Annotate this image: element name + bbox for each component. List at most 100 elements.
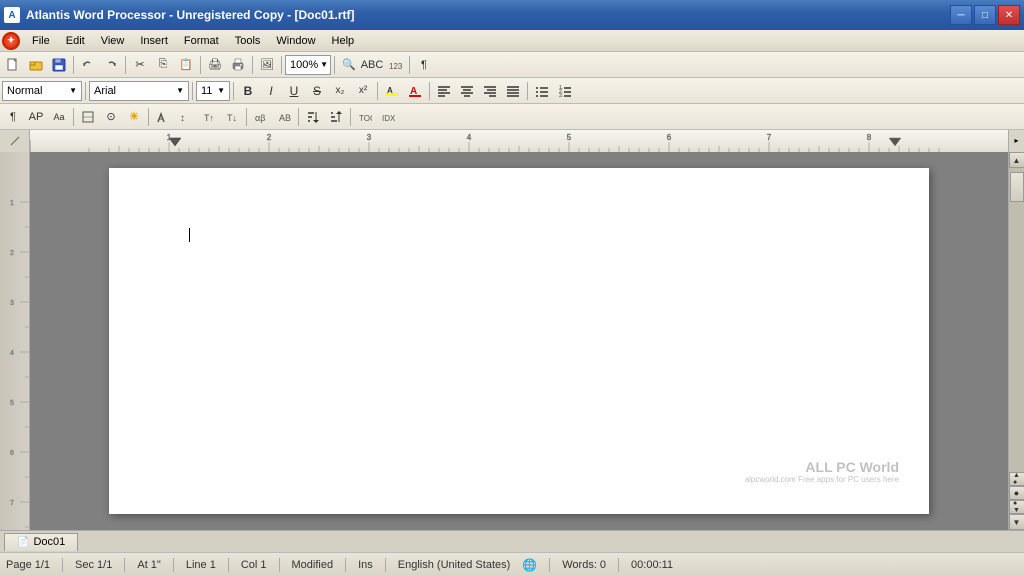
menu-help[interactable]: Help (324, 30, 363, 51)
align-center-button[interactable] (456, 80, 478, 102)
print-preview-button[interactable]: 🖨 (204, 54, 226, 76)
toolbar3-toc[interactable]: TOC (354, 106, 376, 128)
minimize-button[interactable]: ─ (950, 5, 972, 25)
status-sep8 (549, 558, 550, 572)
status-sep1 (62, 558, 63, 572)
svg-text:1: 1 (167, 133, 172, 142)
toolbar1: ✂ ⎘ 📋 🖨 🖼 100% ▼ 🔍 ABC 123 ¶ (0, 52, 1024, 78)
ruler-right-btn[interactable]: ▸ (1008, 130, 1024, 152)
toolbar3-btn2[interactable]: AP (25, 106, 47, 128)
scroll-down-button[interactable]: ▼ (1009, 514, 1024, 530)
save-button[interactable] (48, 54, 70, 76)
scroll-page-down-button[interactable]: ●▼ (1009, 500, 1024, 514)
align-right-button[interactable] (479, 80, 501, 102)
font-color-button[interactable]: A (404, 80, 426, 102)
toolbar3: ¶ AP Aa ⊙ ☀ ↕ T↑ T↓ αβ ΑΒ TOC IDX (0, 104, 1024, 130)
toolbar3-idx[interactable]: IDX (377, 106, 399, 128)
toolbar3-btn4[interactable] (77, 106, 99, 128)
unordered-list-button[interactable] (531, 80, 553, 102)
menu-insert[interactable]: Insert (132, 30, 176, 51)
find-button[interactable]: 🔍 (338, 54, 360, 76)
scroll-page-dot-button[interactable]: ● (1009, 486, 1024, 500)
menu-tools[interactable]: Tools (227, 30, 269, 51)
document-area[interactable]: ALL PC World alpcworld.com Free apps for… (30, 152, 1008, 530)
menu-file[interactable]: File (24, 30, 58, 51)
paragraph-marks-button[interactable]: ¶ (413, 54, 435, 76)
watermark: ALL PC World alpcworld.com Free apps for… (745, 459, 899, 484)
title-bar: A Atlantis Word Processor - Unregistered… (0, 0, 1024, 30)
menu-window[interactable]: Window (268, 30, 323, 51)
font-arrow-icon: ▼ (176, 86, 184, 95)
highlight-button[interactable]: A (381, 80, 403, 102)
copy-button[interactable]: ⎘ (152, 54, 174, 76)
justify-button[interactable] (502, 80, 524, 102)
menu-view[interactable]: View (93, 30, 133, 51)
status-language: English (United States) (398, 559, 511, 571)
menu-format[interactable]: Format (176, 30, 227, 51)
toolbar3-btn9[interactable]: T↑ (198, 106, 220, 128)
restore-button[interactable]: □ (974, 5, 996, 25)
toolbar3-btn6[interactable]: ☀ (123, 106, 145, 128)
toolbar2: Normal ▼ Arial ▼ 11 ▼ B I U S x₂ x² A A (0, 78, 1024, 104)
svg-text:TOC: TOC (359, 114, 372, 123)
ordered-list-button[interactable]: 1.2.3. (554, 80, 576, 102)
scroll-thumb[interactable] (1010, 172, 1024, 202)
font-size-value: 11 (201, 85, 217, 97)
redo-button[interactable] (100, 54, 122, 76)
menu-edit[interactable]: Edit (58, 30, 93, 51)
toolbar3-btn3[interactable]: Aa (48, 106, 70, 128)
style-dropdown[interactable]: Normal ▼ (2, 81, 82, 101)
svg-text:5: 5 (10, 400, 14, 407)
close-button[interactable]: ✕ (998, 5, 1020, 25)
open-button[interactable] (25, 54, 47, 76)
paste-button[interactable]: 📋 (175, 54, 197, 76)
new-button[interactable] (2, 54, 24, 76)
toolbar3-btn8[interactable]: ↕ (175, 106, 197, 128)
print-button[interactable] (227, 54, 249, 76)
zoom-value: 100% (290, 59, 318, 71)
font-dropdown[interactable]: Arial ▼ (89, 81, 189, 101)
spell-button[interactable]: ABC (361, 54, 383, 76)
watermark-sub: alpcworld.com Free apps for PC users her… (745, 475, 899, 484)
align-left-button[interactable] (433, 80, 455, 102)
doc-tab[interactable]: 📄 Doc01 (4, 533, 78, 551)
insert-image-button[interactable]: 🖼 (256, 54, 278, 76)
cut-button[interactable]: ✂ (129, 54, 151, 76)
paragraph-btn[interactable]: ¶ (2, 106, 24, 128)
scroll-up-button[interactable]: ▲ (1009, 152, 1024, 168)
ruler: 1 2 3 4 5 6 7 (30, 130, 1008, 152)
title-bar-left: A Atlantis Word Processor - Unregistered… (4, 7, 355, 23)
text-cursor (189, 228, 190, 242)
bold-button[interactable]: B (237, 80, 259, 102)
scroll-track[interactable] (1009, 168, 1024, 472)
toolbar3-sort[interactable] (302, 106, 324, 128)
status-sec: Sec 1/1 (75, 559, 112, 571)
scroll-page-up-button[interactable]: ▲● (1009, 472, 1024, 486)
toolbar3-special2[interactable]: ΑΒ (273, 106, 295, 128)
page[interactable]: ALL PC World alpcworld.com Free apps for… (109, 168, 929, 514)
subscript-button[interactable]: x₂ (329, 80, 351, 102)
doc-tab-icon: 📄 (17, 537, 29, 548)
toolbar3-btn10[interactable]: T↓ (221, 106, 243, 128)
title-controls: ─ □ ✕ (950, 5, 1020, 25)
toolbar3-btn5[interactable]: ⊙ (100, 106, 122, 128)
italic-button[interactable]: I (260, 80, 282, 102)
zoom-dropdown[interactable]: 100% ▼ (285, 55, 331, 75)
style-arrow-icon: ▼ (69, 86, 77, 95)
strikethrough-button[interactable]: S (306, 80, 328, 102)
toolbar3-btn7[interactable] (152, 106, 174, 128)
toolbar3-special1[interactable]: αβ (250, 106, 272, 128)
zoom-arrow-icon: ▼ (318, 60, 330, 69)
status-position: At 1" (137, 559, 160, 571)
underline-button[interactable]: U (283, 80, 305, 102)
sep7 (409, 56, 410, 74)
undo-button[interactable] (77, 54, 99, 76)
word-count-button[interactable]: 123 (384, 54, 406, 76)
status-words: Words: 0 (562, 559, 606, 571)
font-size-dropdown[interactable]: 11 ▼ (196, 81, 230, 101)
status-sep5 (279, 558, 280, 572)
sep12 (429, 82, 430, 100)
toolbar3-sort2[interactable] (325, 106, 347, 128)
superscript-button[interactable]: x² (352, 80, 374, 102)
sep17 (298, 108, 299, 126)
